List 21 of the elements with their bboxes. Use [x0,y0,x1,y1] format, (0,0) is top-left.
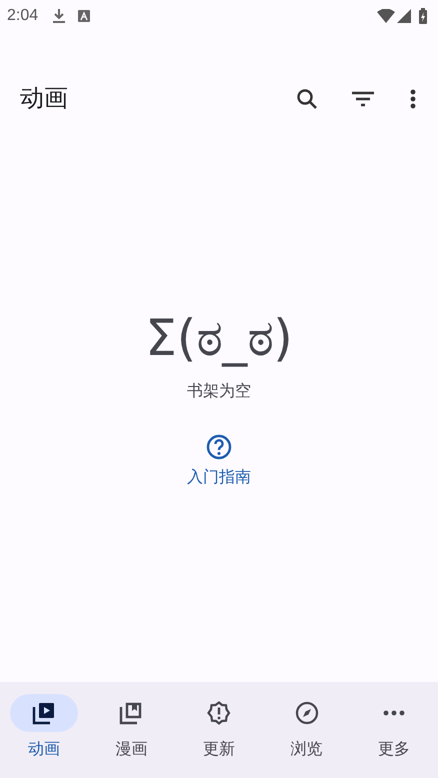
nav-tab[interactable]: 浏览 [262,694,350,778]
page-title: 动画 [20,84,69,114]
play-library-icon [32,701,56,725]
more-dots-icon [382,710,406,716]
help-icon [206,434,232,460]
wifi-icon [377,9,395,23]
book-library-icon [119,701,144,725]
kaomoji-face: Σ(ಠ_ಠ) [145,308,293,368]
compass-icon [294,701,319,725]
nav-tab[interactable]: 更多 [350,694,438,778]
help-link[interactable]: 入门指南 [187,434,251,490]
battery-icon [419,8,427,24]
nav-tab[interactable]: 漫画 [88,694,176,778]
signal-icon [397,9,411,23]
empty-message: 书架为空 [187,382,251,402]
alert-badge-icon [206,701,231,725]
status-time: 2:04 [7,6,38,26]
download-icon [52,8,66,24]
nav-tab[interactable]: 动画 [0,694,88,778]
keyboard-icon [78,10,90,22]
nav-tab[interactable]: 更新 [175,694,263,778]
